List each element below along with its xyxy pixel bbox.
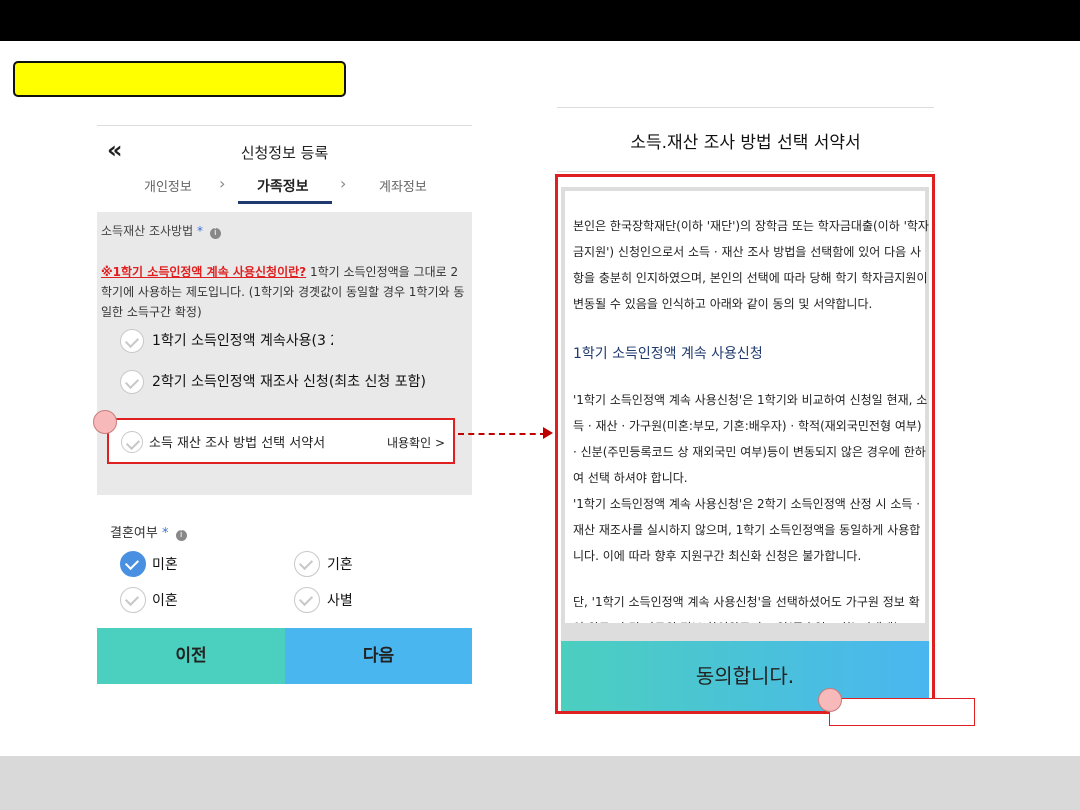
- yellow-caption-box: [13, 61, 346, 97]
- single-label[interactable]: 미혼: [152, 554, 178, 574]
- divider: [557, 171, 934, 172]
- page-title: 신청정보 등록: [240, 144, 329, 162]
- agreement-document: 본인은 한국장학재단(이하 '재단')의 장학금 또는 학자금대출(이하 '학자…: [555, 174, 935, 714]
- view-content-link[interactable]: 내용확인 >: [387, 434, 445, 451]
- consent-row[interactable]: 소득 재산 조사 방법 선택 서약서 내용확인 >: [107, 418, 455, 464]
- tab-personal-info[interactable]: 개인정보: [144, 176, 192, 195]
- document-paragraph: '1학기 소득인정액 계속 사용신청'은 1학기와 비교하여 신청일 현재, 소…: [573, 393, 928, 485]
- chevron-right-icon: ›: [219, 174, 226, 193]
- widowed-radio[interactable]: [294, 587, 320, 613]
- divorced-label[interactable]: 이혼: [152, 590, 178, 610]
- income-method-label: 소득재산 조사방법 * i: [101, 222, 221, 239]
- dashed-arrow: [458, 433, 546, 435]
- tab-family-info[interactable]: 가족정보: [257, 176, 309, 196]
- married-radio[interactable]: [294, 551, 320, 577]
- note-highlight[interactable]: ※1학기 소득인정액 계속 사용신청이란?: [101, 265, 306, 279]
- document-body: 본인은 한국장학재단(이하 '재단')의 장학금 또는 학자금대출(이하 '학자…: [561, 187, 929, 623]
- marital-status-label: 결혼여부 * i: [110, 522, 187, 541]
- document-paragraph: '1학기 소득인정액 계속 사용신청'은 2학기 소득인정액 산정 시 소득 ·…: [573, 497, 921, 563]
- tap-marker: [93, 410, 117, 434]
- divider: [557, 107, 934, 108]
- document-title: 소득.재산 조사 방법 선택 서약서: [630, 133, 861, 153]
- tap-marker: [818, 688, 842, 712]
- consent-label: 소득 재산 조사 방법 선택 서약서: [149, 436, 326, 451]
- option1-radio[interactable]: [120, 329, 144, 353]
- registration-screen: « 신청정보 등록 개인정보 › 가족정보 › 계좌정보 소득재산 조사방법 *…: [97, 125, 472, 686]
- redacted-amount: [333, 328, 383, 350]
- document-paragraph: 단, '1학기 소득인정액 계속 사용신청'을 선택하셨어도 가구원 정보 확인…: [573, 595, 920, 623]
- divorced-radio[interactable]: [120, 587, 146, 613]
- step-tabs: 개인정보 › 가족정보 › 계좌정보: [97, 172, 472, 206]
- income-note: ※1학기 소득인정액 계속 사용신청이란? 1학기 소득인정액을 그대로 2학기…: [101, 262, 469, 322]
- widowed-label[interactable]: 사별: [327, 590, 353, 610]
- income-method-label-text: 소득재산 조사방법: [101, 224, 194, 238]
- option1-label[interactable]: 1학기 소득인정액 계속사용(3 2원): [152, 330, 358, 350]
- marital-status-label-text: 결혼여부: [110, 526, 158, 541]
- bottom-grey-band: [0, 756, 1080, 810]
- chevron-right-icon: ›: [340, 174, 347, 193]
- married-label[interactable]: 기혼: [327, 554, 353, 574]
- arrow-head-icon: [543, 427, 553, 439]
- info-icon[interactable]: i: [175, 530, 187, 541]
- document-heading: 1학기 소득인정액 계속 사용신청: [573, 346, 763, 362]
- required-star: *: [161, 526, 169, 541]
- tab-account-info[interactable]: 계좌정보: [379, 176, 427, 195]
- header: « 신청정보 등록: [97, 126, 472, 174]
- prev-button[interactable]: 이전: [97, 628, 285, 684]
- active-tab-indicator: [238, 201, 332, 204]
- top-black-bar: [0, 0, 1080, 41]
- option2-radio[interactable]: [120, 370, 144, 394]
- single-radio[interactable]: [120, 551, 146, 577]
- required-star: *: [196, 224, 203, 238]
- option2-label[interactable]: 2학기 소득인정액 재조사 신청(최초 신청 포함): [152, 371, 426, 391]
- document-paragraph: 본인은 한국장학재단(이하 '재단')의 장학금 또는 학자금대출(이하 '학자…: [573, 219, 929, 311]
- consent-checkbox[interactable]: [121, 431, 143, 453]
- income-method-section: 소득재산 조사방법 * i ※1학기 소득인정액 계속 사용신청이란? 1학기 …: [97, 212, 472, 495]
- scrollbar-track[interactable]: [561, 623, 929, 641]
- info-icon[interactable]: i: [209, 228, 221, 239]
- caption-box: [829, 698, 975, 726]
- next-button[interactable]: 다음: [285, 628, 472, 684]
